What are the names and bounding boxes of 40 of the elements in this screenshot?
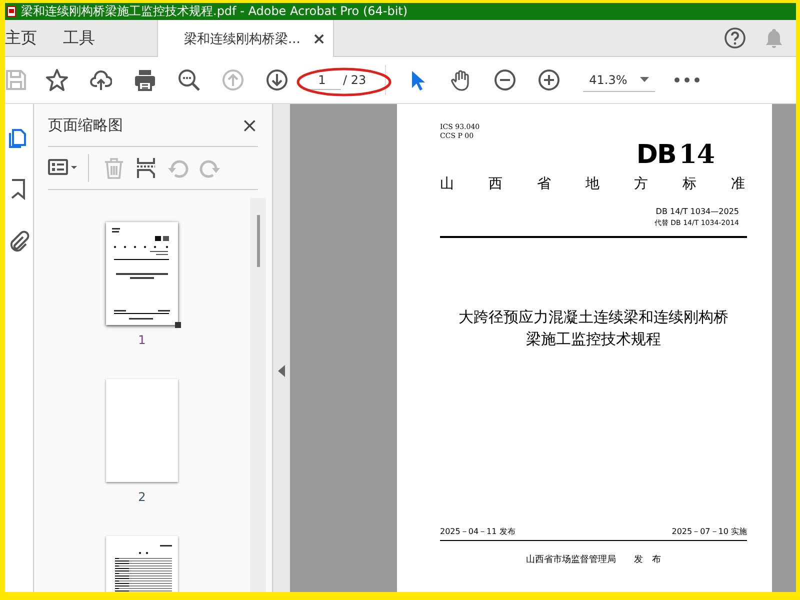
- tab-label: 工具: [63, 28, 95, 48]
- close-icon[interactable]: ×: [241, 113, 258, 137]
- nav-tab[interactable]: 工具: [63, 20, 95, 56]
- collapse-icon[interactable]: [278, 365, 285, 377]
- zoom-in-icon[interactable]: [538, 69, 560, 91]
- print-icon[interactable]: [134, 69, 156, 91]
- page-thumbnail[interactable]: [106, 379, 178, 482]
- paperclip-icon[interactable]: [8, 230, 30, 252]
- arrow-down-icon[interactable]: [266, 69, 288, 91]
- zoom-out-icon[interactable]: [494, 69, 516, 91]
- cloud-upload-icon[interactable]: [90, 69, 112, 91]
- standard-logo: DB 14: [636, 141, 715, 169]
- page-thumbnail[interactable]: [106, 222, 178, 325]
- caret-icon: [640, 77, 650, 82]
- window-title: 梁和连续刚构桥梁施工监控技术规程.pdf - Adobe Acrobat Pro (64-bit): [21, 3, 408, 20]
- effective-date: 2025－07－10 实施: [672, 526, 747, 536]
- scrollbar-thumb[interactable]: [256, 215, 260, 267]
- issue-date: 2025－04－11 发布: [440, 526, 516, 536]
- tab-label: 主页: [5, 28, 37, 48]
- star-icon[interactable]: [46, 69, 68, 91]
- document-title: 大跨径预应力混凝土连续梁和连续刚构桥: [458, 308, 728, 326]
- tab-label: 梁和连续刚构桥梁...: [184, 30, 300, 48]
- pdf-file-icon: [7, 6, 16, 17]
- page-number: 2: [138, 490, 146, 504]
- standard-category: 山西省地方标准: [440, 175, 746, 193]
- page-number-field[interactable]: 1: [303, 70, 341, 90]
- close-icon[interactable]: ×: [312, 29, 326, 48]
- zoom-dropdown[interactable]: 41.3%: [583, 68, 656, 92]
- search-icon[interactable]: [178, 69, 200, 91]
- nav-tab[interactable]: 主页: [5, 20, 37, 56]
- standard-number: DB 14/T 1034—2025: [656, 207, 739, 216]
- panel-title: 页面缩略图: [48, 116, 123, 134]
- page-count: / 23: [343, 73, 366, 87]
- page-extract-icon[interactable]: [135, 157, 157, 179]
- issuer: 山西省市场监督管理局 发 布: [525, 554, 662, 566]
- page-number: 1: [138, 333, 146, 347]
- document-title: 梁施工监控技术规程: [526, 330, 661, 348]
- more-icon[interactable]: [674, 77, 700, 83]
- help-icon[interactable]: [724, 27, 746, 49]
- document-tab[interactable]: 梁和连续刚构桥梁... ×: [157, 20, 334, 57]
